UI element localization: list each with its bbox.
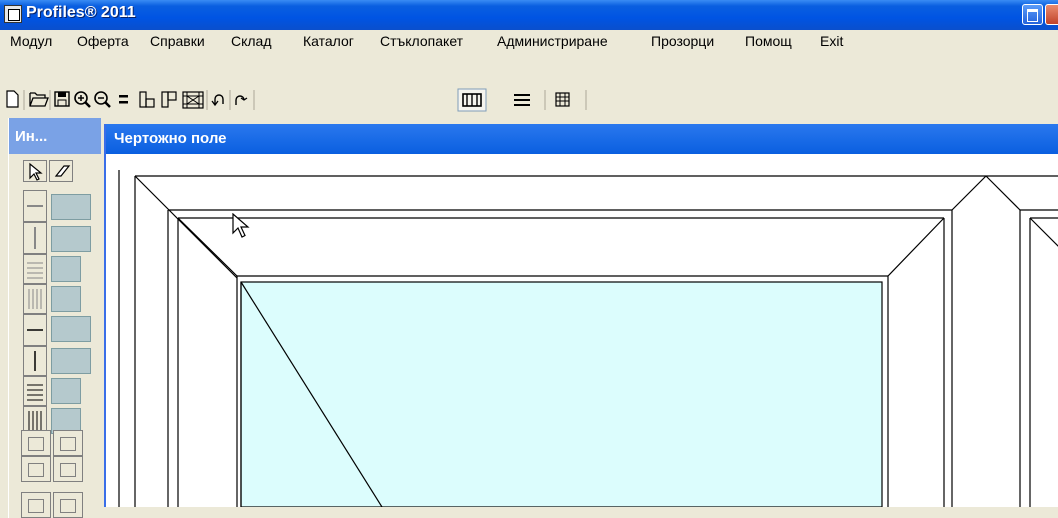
swatch-3[interactable] bbox=[51, 256, 81, 282]
tool-horizontal[interactable] bbox=[23, 314, 47, 346]
undo-icon[interactable] bbox=[211, 94, 224, 107]
sash-tool-2[interactable] bbox=[53, 430, 83, 456]
sash-tool-4[interactable] bbox=[53, 456, 83, 482]
mouse-cursor-icon bbox=[232, 213, 250, 238]
sash-tool-5[interactable] bbox=[21, 492, 51, 518]
glass-pane[interactable] bbox=[240, 281, 883, 507]
horizontal-multi-icon bbox=[27, 384, 43, 401]
tool-vertical-thin[interactable] bbox=[23, 222, 47, 254]
frame-left-icon[interactable] bbox=[139, 91, 155, 108]
eraser-icon bbox=[54, 165, 71, 177]
menu-bar: Модул Оферта Справки Склад Каталог Стъкл… bbox=[0, 30, 1058, 52]
new-icon[interactable] bbox=[6, 90, 19, 108]
frame-right-icon[interactable] bbox=[161, 91, 177, 108]
maximize-button[interactable] bbox=[1022, 4, 1043, 25]
tool-horizontal-multi-light[interactable] bbox=[23, 254, 47, 284]
zoom-in-icon[interactable] bbox=[74, 91, 91, 108]
drawing-window-title: Чертожно поле bbox=[114, 130, 227, 147]
sash-tool-3[interactable] bbox=[21, 456, 51, 482]
menu-offer[interactable]: Оферта bbox=[77, 33, 129, 49]
tool-panel-title: Ин... bbox=[15, 128, 48, 145]
open-icon[interactable] bbox=[29, 92, 49, 107]
vertical-icon bbox=[34, 351, 36, 371]
pointer-icon bbox=[29, 162, 43, 181]
menu-reports[interactable]: Справки bbox=[150, 33, 205, 49]
app-title: Profiles® 2011 bbox=[26, 4, 136, 21]
tool-horizontal-thin[interactable] bbox=[23, 190, 47, 222]
drawing-canvas[interactable] bbox=[106, 154, 1058, 507]
menu-exit[interactable]: Exit bbox=[820, 33, 843, 49]
app-icon[interactable] bbox=[4, 5, 22, 23]
menu-module[interactable]: Модул bbox=[10, 33, 52, 49]
horizontal-multi-light-icon bbox=[27, 262, 43, 279]
toolbar-icons bbox=[6, 88, 587, 112]
eraser-tool[interactable] bbox=[49, 160, 73, 182]
horizontal-icon bbox=[27, 329, 43, 331]
redo-icon[interactable] bbox=[235, 95, 248, 105]
swatch-4[interactable] bbox=[51, 286, 81, 312]
tool-panel: Ин... bbox=[8, 118, 101, 518]
drawing-window: Чертожно поле bbox=[104, 124, 1058, 507]
menu-catalog[interactable]: Каталог bbox=[303, 33, 354, 49]
drawing-window-header: Чертожно поле bbox=[106, 124, 1058, 154]
menu-windows[interactable]: Прозорци bbox=[651, 33, 714, 49]
equal-icon[interactable] bbox=[119, 95, 128, 104]
title-bar: Profiles® 2011 bbox=[0, 0, 1058, 30]
zoom-out-icon[interactable] bbox=[94, 91, 111, 108]
close-button[interactable] bbox=[1045, 4, 1058, 25]
tool-panel-header: Ин... bbox=[9, 118, 101, 154]
vertical-thin-icon bbox=[34, 227, 36, 249]
swatch-7[interactable] bbox=[51, 378, 81, 404]
menu-help[interactable]: Помощ bbox=[745, 33, 792, 49]
pointer-tool[interactable] bbox=[23, 160, 47, 182]
grid-icon[interactable] bbox=[182, 91, 204, 109]
tool-vertical-multi-light[interactable] bbox=[23, 284, 47, 314]
swatch-6[interactable] bbox=[51, 348, 91, 374]
toolbar bbox=[0, 52, 1058, 114]
tool-vertical[interactable] bbox=[23, 346, 47, 376]
swatch-5[interactable] bbox=[51, 316, 91, 342]
save-icon[interactable] bbox=[54, 91, 70, 107]
menu-administration[interactable]: Администриране bbox=[497, 33, 608, 49]
tool-horizontal-multi[interactable] bbox=[23, 376, 47, 406]
swatch-2[interactable] bbox=[51, 226, 91, 252]
sash-tool-6[interactable] bbox=[53, 492, 83, 518]
horizontal-thin-icon bbox=[27, 205, 43, 207]
menu-glazing[interactable]: Стъклопакет bbox=[380, 33, 463, 49]
swatch-1[interactable] bbox=[51, 194, 91, 220]
table-icon[interactable] bbox=[555, 92, 570, 107]
lines-icon[interactable] bbox=[514, 94, 530, 106]
menu-warehouse[interactable]: Склад bbox=[231, 33, 272, 49]
sash-tool-1[interactable] bbox=[21, 430, 51, 456]
vertical-multi-light-icon bbox=[28, 289, 42, 309]
